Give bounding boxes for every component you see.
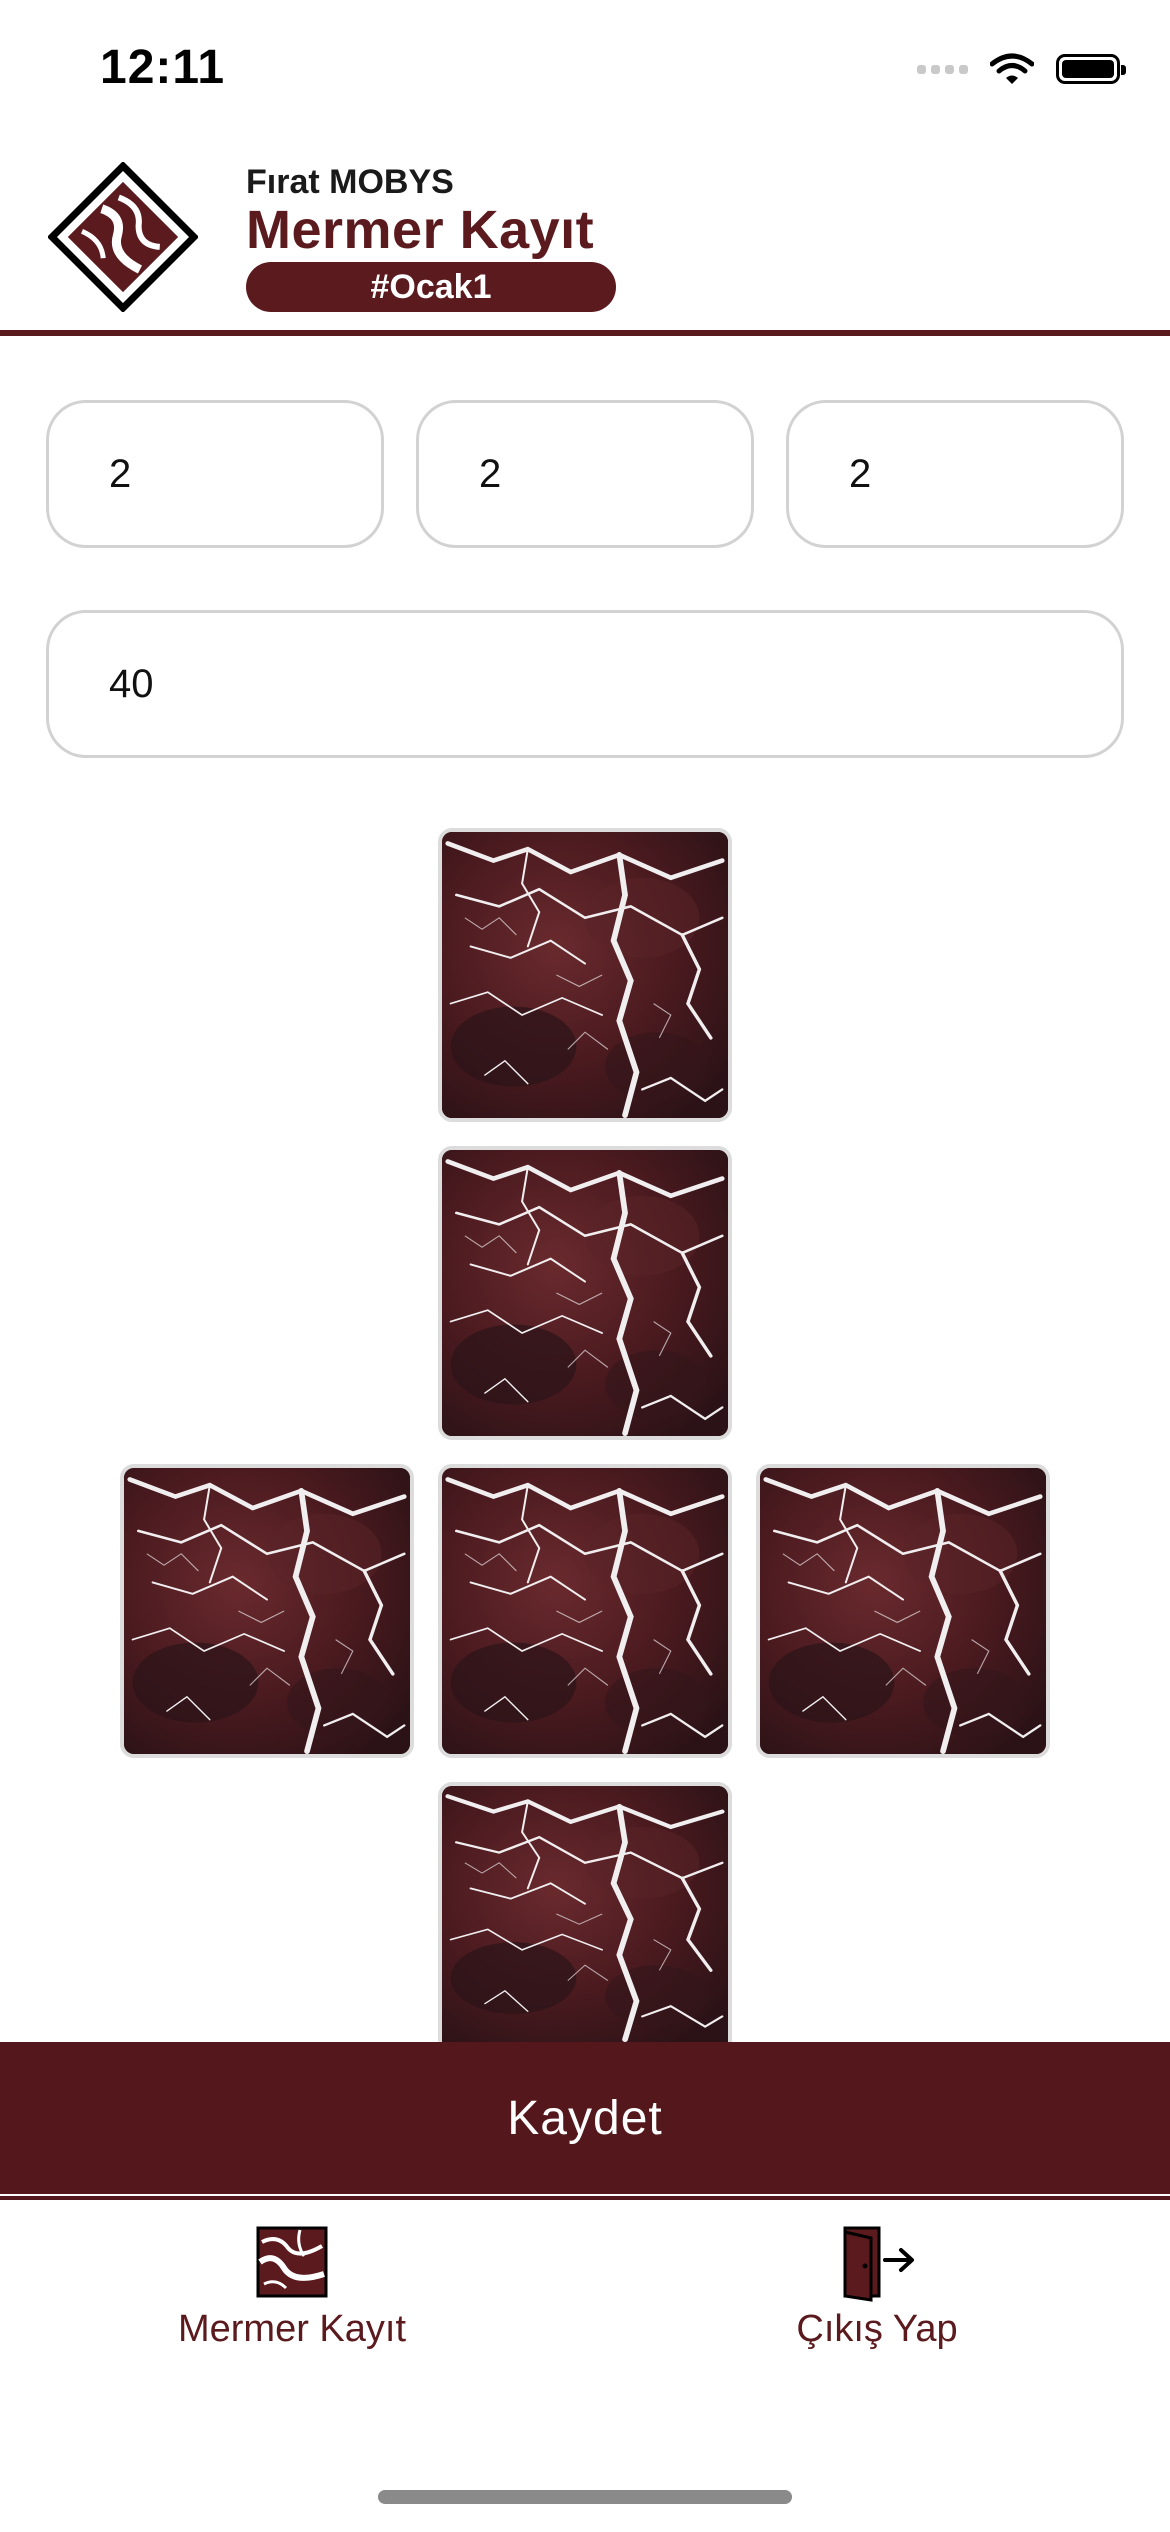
quarry-tag-badge: #Ocak1 xyxy=(246,262,616,312)
marble-texture-image xyxy=(442,1786,728,2042)
cellular-signal-icon xyxy=(917,64,968,74)
brand-block: Fırat MOBYS Mermer Kayıt #Ocak1 xyxy=(246,162,616,312)
save-button[interactable]: Kaydet xyxy=(0,2042,1170,2194)
nav-label: Çıkış Yap xyxy=(796,2308,958,2350)
header-divider xyxy=(0,330,1170,336)
nav-item-logout[interactable]: Çıkış Yap xyxy=(677,2222,1077,2351)
marble-tile-center[interactable] xyxy=(438,1464,732,1758)
marble-tile-bottom[interactable] xyxy=(438,1782,732,2042)
dimension-field-3[interactable]: 2 xyxy=(786,400,1124,548)
nav-label: Mermer Kayıt xyxy=(177,2308,407,2350)
marble-tile-top[interactable] xyxy=(438,828,732,1122)
dimension-field-1[interactable]: 2 xyxy=(46,400,384,548)
marble-tile-left[interactable] xyxy=(120,1464,414,1758)
page-title: Mermer Kayıt xyxy=(246,200,595,260)
status-icons xyxy=(917,52,1126,86)
status-bar: 12:11 xyxy=(0,0,1170,140)
marble-logo-icon xyxy=(48,162,198,312)
marble-texture-image xyxy=(442,832,728,1118)
marble-icon xyxy=(256,2226,328,2298)
nav-item-marble-record[interactable]: Mermer Kayıt xyxy=(92,2222,492,2351)
app-header: Fırat MOBYS Mermer Kayıt #Ocak1 xyxy=(0,150,1170,336)
exit-door-icon xyxy=(843,2226,914,2302)
marble-tile-upper[interactable] xyxy=(438,1146,732,1440)
quantity-field[interactable]: 40 xyxy=(46,610,1124,758)
wifi-icon xyxy=(990,53,1034,84)
marble-texture-image xyxy=(760,1468,1046,1754)
battery-icon xyxy=(1056,54,1126,84)
marble-texture-image xyxy=(442,1150,728,1436)
bottom-nav: Mermer Kayıt Çıkış Yap xyxy=(0,2200,1170,2460)
dimension-field-2[interactable]: 2 xyxy=(416,400,754,548)
marble-texture-image xyxy=(442,1468,728,1754)
marble-texture-image xyxy=(124,1468,410,1754)
marble-tile-right[interactable] xyxy=(756,1464,1050,1758)
status-time: 12:11 xyxy=(100,41,226,94)
app-subtitle: Fırat MOBYS xyxy=(246,163,454,201)
home-indicator xyxy=(378,2490,792,2504)
